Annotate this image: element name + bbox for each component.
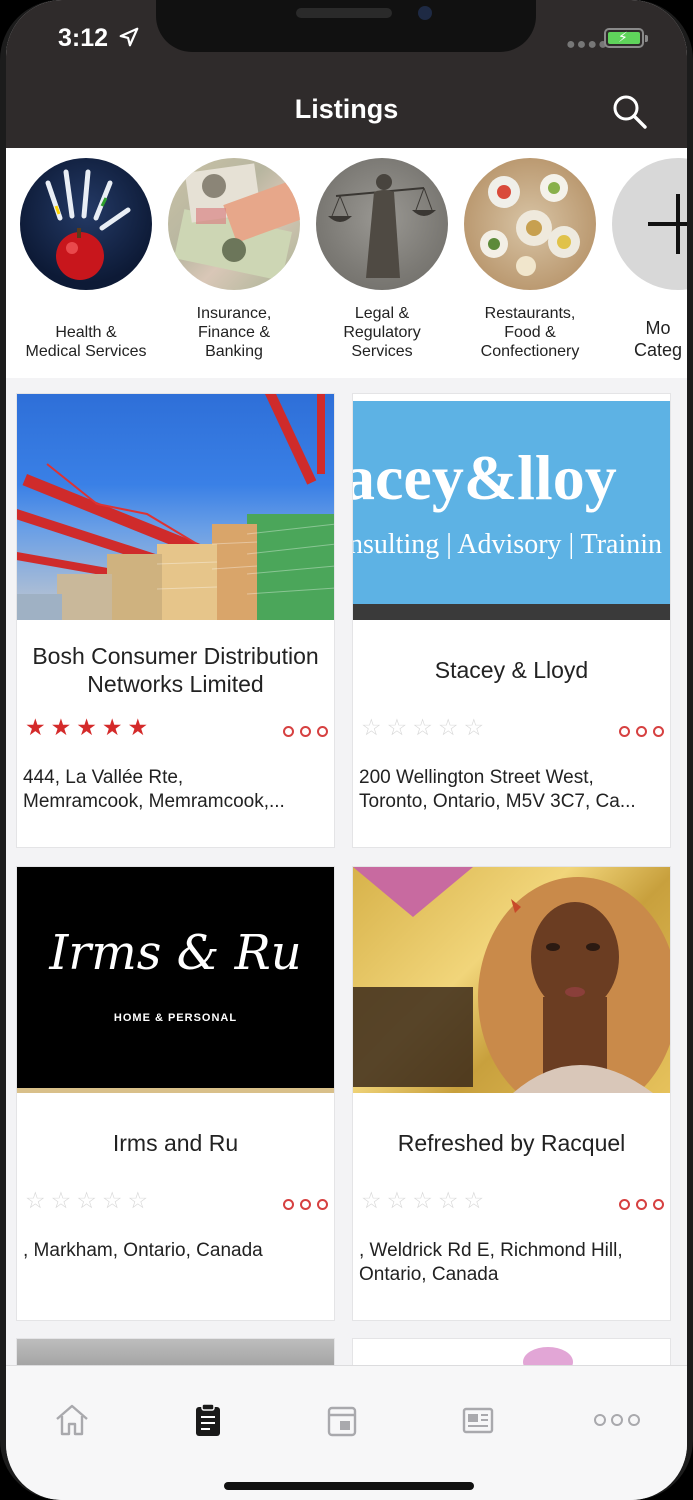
home-indicator[interactable]: [224, 1482, 474, 1490]
rating-stars: ☆☆☆☆☆: [361, 1187, 489, 1214]
listing-title[interactable]: Bosh Consumer Distribution Networks Limi…: [17, 638, 334, 702]
location-arrow-icon: [119, 27, 139, 47]
news-icon[interactable]: [458, 1400, 498, 1440]
calendar-icon[interactable]: [322, 1400, 362, 1440]
category-carousel[interactable]: Health & Medical Services Insurance, Fin…: [6, 148, 687, 378]
listing-address: 444, La Vallée Rte, Memramcook, Memramco…: [23, 767, 285, 812]
star-icon: ☆: [463, 714, 490, 740]
star-icon: ☆: [386, 1187, 413, 1213]
insurance-category-image: [168, 158, 300, 290]
star-icon: ☆: [101, 1187, 128, 1213]
category-label: Insurance, Finance & Banking: [196, 305, 272, 360]
screen: 3:12 ●●●● ⚡ Listings Health & Medical Se…: [6, 0, 687, 1500]
battery-icon: ⚡: [604, 28, 648, 48]
star-icon: ☆: [127, 1187, 154, 1213]
page-title: Listings: [294, 94, 399, 124]
listing-title[interactable]: Stacey & Lloyd: [353, 638, 670, 702]
listing-image: Irms & Ru HOME & PERSONAL: [17, 867, 334, 1093]
search-icon[interactable]: [610, 92, 650, 132]
rating-stars: ☆☆☆☆☆: [25, 1187, 153, 1214]
phone-frame: 3:12 ●●●● ⚡ Listings Health & Medical Se…: [0, 0, 693, 1500]
star-icon: ★: [76, 714, 102, 740]
speaker: [296, 8, 392, 18]
tab-bar: [6, 1365, 687, 1500]
star-icon: ★: [50, 714, 77, 740]
listing-card[interactable]: acey&lloy nsulting | Advisory | Trainin …: [352, 393, 671, 848]
star-icon: ★: [25, 714, 51, 740]
more-icon[interactable]: [592, 1400, 642, 1440]
star-icon: ☆: [386, 714, 413, 740]
star-icon: ☆: [412, 1187, 438, 1213]
star-icon: ☆: [361, 1187, 387, 1213]
more-options-button[interactable]: [619, 726, 664, 737]
category-label: Health & Medical Services: [25, 324, 147, 360]
listings-icon[interactable]: [188, 1400, 228, 1440]
home-icon[interactable]: [52, 1400, 92, 1440]
category-label: Restaurants, Food & Confectionery: [480, 305, 580, 360]
listing-card[interactable]: Irms & Ru HOME & PERSONAL Irms and Ru ☆☆…: [16, 866, 335, 1321]
more-options-button[interactable]: [283, 726, 328, 737]
stacey-logo-text: acey&lloy: [353, 442, 617, 513]
listing-address: , Weldrick Rd E, Richmond Hill, Ontario,…: [359, 1240, 623, 1285]
more-options-button[interactable]: [283, 1199, 328, 1210]
rating-stars: ☆☆☆☆☆: [361, 714, 489, 741]
category-legal[interactable]: Legal & Regulatory Services: [308, 158, 456, 361]
listing-image: acey&lloy nsulting | Advisory | Trainin: [353, 394, 670, 620]
listing-card[interactable]: Refreshed by Racquel ☆☆☆☆☆ , Weldrick Rd…: [352, 866, 671, 1321]
more-options-button[interactable]: [619, 1199, 664, 1210]
category-label: Mo Categ: [634, 318, 683, 360]
listing-address: , Markham, Ontario, Canada: [23, 1240, 263, 1261]
star-icon: ☆: [76, 1187, 102, 1213]
irms-logo-subtext: HOME & PERSONAL: [113, 1012, 238, 1024]
star-icon: ☆: [50, 1187, 77, 1213]
camera: [418, 6, 432, 20]
category-insurance[interactable]: Insurance, Finance & Banking: [160, 158, 308, 361]
signal-icon: ●●●●: [566, 36, 609, 53]
health-category-image: [20, 158, 152, 290]
listing-title[interactable]: Refreshed by Racquel: [353, 1111, 670, 1175]
category-health[interactable]: Health & Medical Services: [12, 158, 160, 361]
star-icon: ☆: [361, 714, 387, 740]
navigation-bar: 3:12 ●●●● ⚡ Listings: [6, 0, 687, 148]
star-icon: ☆: [463, 1187, 490, 1213]
stacey-logo-subtext: nsulting | Advisory | Trainin: [353, 529, 663, 560]
listing-image: [17, 394, 334, 620]
listing-card[interactable]: Bosh Consumer Distribution Networks Limi…: [16, 393, 335, 848]
restaurants-category-image: [464, 158, 596, 290]
listing-title[interactable]: Irms and Ru: [17, 1111, 334, 1175]
star-icon: ☆: [437, 1187, 464, 1213]
more-categories-image: [612, 158, 687, 290]
image-bottom-band: [353, 604, 670, 620]
category-restaurants[interactable]: Restaurants, Food & Confectionery: [456, 158, 604, 361]
legal-category-image: [316, 158, 448, 290]
rating-stars: ★★★★★: [25, 714, 153, 741]
notch: [156, 0, 536, 52]
irms-logo-text: Irms & Ru: [49, 925, 302, 981]
star-icon: ★: [101, 714, 128, 740]
listing-image: [353, 867, 670, 1093]
star-icon: ☆: [25, 1187, 51, 1213]
star-icon: ☆: [437, 714, 464, 740]
category-more[interactable]: Mo Categ: [604, 158, 687, 361]
status-time: 3:12: [58, 24, 109, 52]
category-label: Legal & Regulatory Services: [343, 305, 421, 360]
star-icon: ★: [127, 714, 154, 740]
listing-address: 200 Wellington Street West, Toronto, Ont…: [359, 767, 636, 812]
star-icon: ☆: [412, 714, 438, 740]
